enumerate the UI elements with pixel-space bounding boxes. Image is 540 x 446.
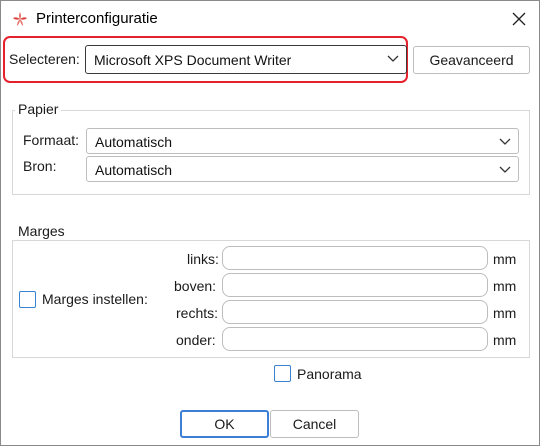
margin-bottom-input[interactable] bbox=[222, 327, 488, 351]
printer-select-value: Microsoft XPS Document Writer bbox=[94, 52, 292, 68]
margin-top-label: boven: bbox=[174, 278, 217, 294]
margin-top-input[interactable] bbox=[222, 273, 488, 297]
margin-top-unit: mm bbox=[493, 278, 517, 294]
chevron-down-icon bbox=[499, 166, 511, 173]
margin-right-input[interactable] bbox=[222, 300, 488, 324]
chevron-down-icon bbox=[387, 55, 399, 62]
cancel-button[interactable]: Cancel bbox=[270, 410, 359, 438]
margin-left-label: links: bbox=[187, 251, 219, 267]
paper-group-label: Papier bbox=[15, 101, 62, 117]
set-margins-label: Marges instellen: bbox=[42, 291, 148, 307]
printer-select-label: Selecteren: bbox=[9, 51, 80, 67]
panorama-label: Panorama bbox=[297, 366, 362, 382]
ok-button-label: OK bbox=[214, 416, 235, 432]
printer-config-dialog: Printerconfiguratie Selecteren: Microsof… bbox=[0, 0, 540, 446]
format-select-value: Automatisch bbox=[95, 134, 173, 150]
app-logo-icon bbox=[12, 11, 28, 27]
advanced-button-label: Geavanceerd bbox=[429, 52, 514, 68]
ok-button[interactable]: OK bbox=[180, 410, 269, 438]
cancel-button-label: Cancel bbox=[292, 416, 337, 432]
margin-right-label: rechts: bbox=[176, 305, 219, 321]
window-title: Printerconfiguratie bbox=[36, 10, 158, 27]
advanced-button[interactable]: Geavanceerd bbox=[413, 46, 530, 74]
source-select[interactable]: Automatisch bbox=[86, 156, 519, 182]
close-button[interactable] bbox=[505, 7, 533, 31]
title-bar: Printerconfiguratie bbox=[1, 1, 539, 37]
close-icon[interactable] bbox=[512, 12, 526, 26]
format-select[interactable]: Automatisch bbox=[86, 128, 519, 154]
set-margins-checkbox[interactable] bbox=[19, 291, 36, 308]
format-label: Formaat: bbox=[23, 132, 80, 148]
chevron-down-icon bbox=[499, 138, 511, 145]
margins-group-label: Marges bbox=[15, 223, 68, 239]
margin-right-unit: mm bbox=[493, 305, 517, 321]
margin-bottom-label: onder: bbox=[176, 332, 216, 348]
panorama-checkbox[interactable] bbox=[274, 365, 291, 382]
margin-left-unit: mm bbox=[493, 251, 517, 267]
source-select-value: Automatisch bbox=[95, 162, 173, 178]
margin-bottom-unit: mm bbox=[493, 332, 517, 348]
source-label: Bron: bbox=[23, 158, 57, 174]
margin-left-input[interactable] bbox=[222, 246, 488, 270]
printer-select[interactable]: Microsoft XPS Document Writer bbox=[85, 45, 407, 74]
